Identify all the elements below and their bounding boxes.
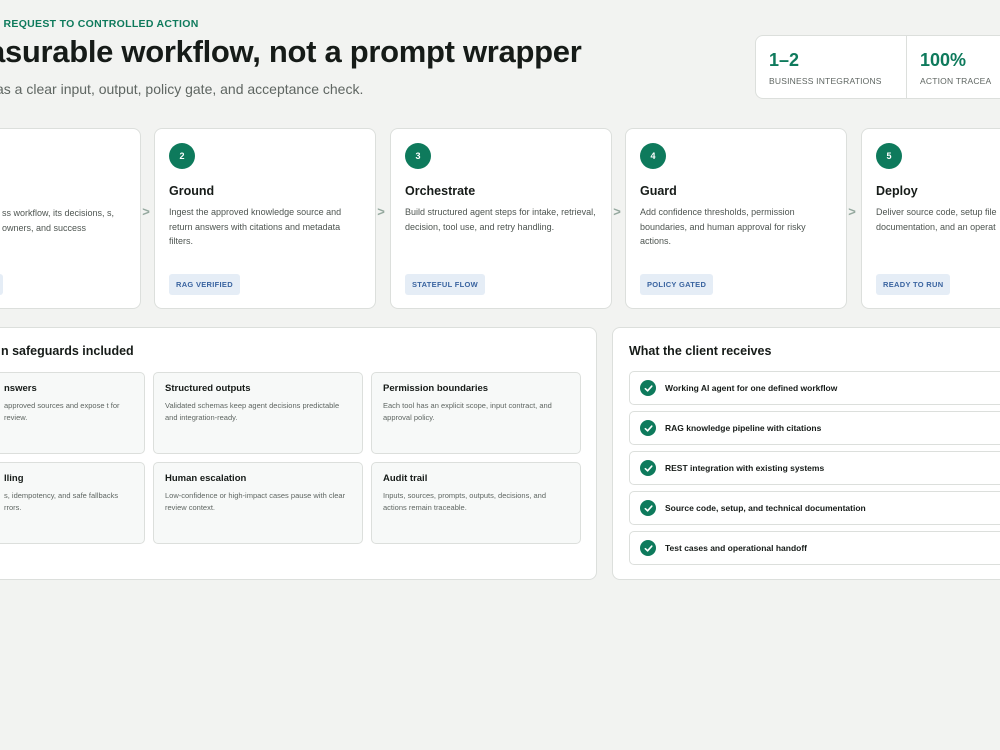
receives-title: What the client receives bbox=[629, 344, 772, 358]
safeguard-description: approved sources and expose t for review… bbox=[4, 401, 120, 422]
step-number-placeholder bbox=[0, 143, 126, 169]
step-description: Ingest the approved knowledge source and… bbox=[169, 207, 342, 246]
receives-panel: What the client receives Working AI agen… bbox=[612, 327, 1000, 580]
check-icon bbox=[640, 460, 656, 476]
safeguard-title: Human escalation bbox=[165, 473, 247, 484]
stat-traceability: 100% ACTION TRACEA bbox=[906, 36, 1000, 98]
safeguard-description: Each tool has an explicit scope, input c… bbox=[383, 401, 552, 422]
check-icon bbox=[640, 540, 656, 556]
step-tag: READY TO RUN bbox=[876, 274, 951, 295]
step-number: 3 bbox=[405, 143, 431, 169]
step-title: Orchestrate bbox=[405, 184, 476, 198]
receive-item-label: REST integration with existing systems bbox=[665, 463, 825, 473]
receive-item: Source code, setup, and technical docume… bbox=[629, 491, 1000, 525]
stat-label: BUSINESS INTEGRATIONS bbox=[769, 76, 882, 86]
step-card-orchestrate: 3 Orchestrate Build structured agent ste… bbox=[390, 128, 612, 309]
stat-value: 100% bbox=[920, 50, 967, 70]
step-description: ss workflow, its decisions, s, owners, a… bbox=[2, 208, 115, 233]
safeguard-card-human-escalation: Human escalation Low-confidence or high-… bbox=[153, 462, 363, 544]
safeguard-title: lling bbox=[4, 473, 24, 484]
page-title: asurable workflow, not a prompt wrapper bbox=[0, 34, 582, 69]
safeguard-card-permission-boundaries: Permission boundaries Each tool has an e… bbox=[371, 372, 581, 454]
step-number: 2 bbox=[169, 143, 195, 169]
safeguard-title: nswers bbox=[4, 383, 37, 394]
stat-value: 1–2 bbox=[769, 50, 800, 70]
stat-label: ACTION TRACEA bbox=[920, 76, 992, 86]
receive-item-label: Working AI agent for one defined workflo… bbox=[665, 383, 838, 393]
receive-item-label: Source code, setup, and technical docume… bbox=[665, 503, 866, 513]
step-description: Add confidence thresholds, permission bo… bbox=[640, 207, 806, 246]
step-title: Deploy bbox=[876, 184, 918, 198]
arrow-icon: > bbox=[613, 204, 621, 219]
step-number: 4 bbox=[640, 143, 666, 169]
safeguard-title: Permission boundaries bbox=[383, 383, 489, 394]
safeguard-description: s, idempotency, and safe fallbacks rrors… bbox=[4, 491, 119, 512]
step-tag: POLICY GATED bbox=[640, 274, 714, 295]
page: S REQUEST TO CONTROLLED ACTION asurable … bbox=[0, 0, 1000, 750]
step-title: Ground bbox=[169, 184, 215, 198]
step-description: Deliver source code, setup file document… bbox=[876, 207, 997, 232]
safeguard-title: Audit trail bbox=[383, 473, 428, 484]
step-description: Build structured agent steps for intake,… bbox=[405, 207, 596, 232]
safeguards-title: n safeguards included bbox=[1, 344, 134, 358]
safeguard-card-error-handling: lling s, idempotency, and safe fallbacks… bbox=[0, 462, 145, 544]
safeguard-card-structured-outputs: Structured outputs Validated schemas kee… bbox=[153, 372, 363, 454]
step-title bbox=[0, 184, 126, 199]
safeguard-title: Structured outputs bbox=[165, 383, 251, 394]
receive-item-label: Test cases and operational handoff bbox=[665, 543, 808, 553]
safeguards-panel: n safeguards included nswers approved so… bbox=[0, 327, 597, 580]
step-tag: D bbox=[0, 274, 3, 295]
safeguard-description: Low-confidence or high-impact cases paus… bbox=[165, 491, 346, 512]
step-card-define: ss workflow, its decisions, s, owners, a… bbox=[0, 128, 141, 309]
step-card-deploy: 5 Deploy Deliver source code, setup file… bbox=[861, 128, 1000, 309]
stat-integrations: 1–2 BUSINESS INTEGRATIONS bbox=[756, 36, 906, 98]
receive-item: REST integration with existing systems bbox=[629, 451, 1000, 485]
step-title: Guard bbox=[640, 184, 677, 198]
step-number: 5 bbox=[876, 143, 902, 169]
step-card-ground: 2 Ground Ingest the approved knowledge s… bbox=[154, 128, 376, 309]
safeguard-card-grounded-answers: nswers approved sources and expose t for… bbox=[0, 372, 145, 454]
safeguard-description: Inputs, sources, prompts, outputs, decis… bbox=[383, 491, 547, 512]
eyebrow-label: S REQUEST TO CONTROLLED ACTION bbox=[0, 18, 199, 30]
page-subtitle: as a clear input, output, policy gate, a… bbox=[0, 81, 364, 97]
step-tag: RAG VERIFIED bbox=[169, 274, 240, 295]
receive-item: Working AI agent for one defined workflo… bbox=[629, 371, 1000, 405]
safeguard-card-audit-trail: Audit trail Inputs, sources, prompts, ou… bbox=[371, 462, 581, 544]
arrow-icon: > bbox=[142, 204, 150, 219]
receive-item-label: RAG knowledge pipeline with citations bbox=[665, 423, 822, 433]
receive-item: Test cases and operational handoff bbox=[629, 531, 1000, 565]
step-tag: STATEFUL FLOW bbox=[405, 274, 485, 295]
step-card-guard: 4 Guard Add confidence thresholds, permi… bbox=[625, 128, 847, 309]
arrow-icon: > bbox=[848, 204, 856, 219]
check-icon bbox=[640, 380, 656, 396]
safeguard-description: Validated schemas keep agent decisions p… bbox=[165, 401, 340, 422]
receive-item: RAG knowledge pipeline with citations bbox=[629, 411, 1000, 445]
check-icon bbox=[640, 420, 656, 436]
check-icon bbox=[640, 500, 656, 516]
arrow-icon: > bbox=[377, 204, 385, 219]
stats-card: 1–2 BUSINESS INTEGRATIONS 100% ACTION TR… bbox=[755, 35, 1000, 99]
